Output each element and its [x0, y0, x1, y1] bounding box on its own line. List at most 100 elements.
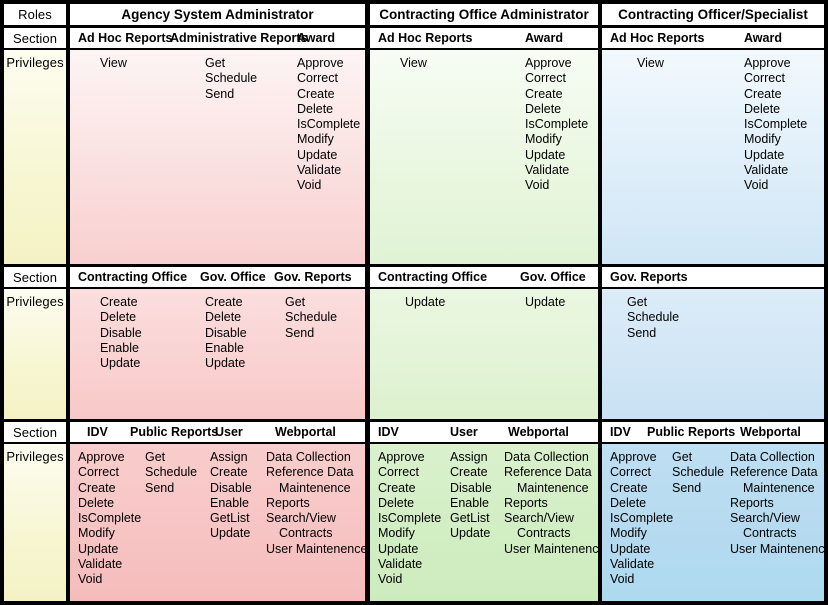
privilege-item: Data Collection [504, 450, 589, 464]
section-label-award: Award [744, 31, 782, 45]
privilege-item: Reference Data [266, 465, 354, 480]
privilege-item: Enable [210, 495, 249, 510]
privilege-item: Schedule [672, 465, 725, 480]
row-label-privileges-2-text: Privileges [6, 294, 64, 309]
section-label-gov-reports: Gov. Reports [610, 270, 688, 284]
section-label-webportal: Webportal [508, 425, 569, 439]
privilege-item: IsComplete [297, 117, 361, 132]
section-label-user: User [450, 425, 478, 439]
privilege-item: Send [672, 480, 702, 495]
privilege-item: Validate [525, 163, 570, 178]
privilege-column-administrative-reports: Get Schedule Send [205, 56, 257, 102]
privilege-item: Get [672, 450, 693, 464]
section-label-contracting-office: Contracting Office [78, 270, 188, 284]
privilege-column-webportal: Data Collection Reference Data Maintenen… [266, 450, 365, 557]
privilege-item: Create [100, 295, 138, 309]
row-label-section-3: Section [4, 422, 66, 442]
privilege-item: Schedule [627, 310, 680, 325]
privilege-item: IsComplete [525, 117, 589, 132]
privilege-item: Modify [744, 132, 781, 147]
section-label-idv: IDV [378, 425, 399, 439]
role-header-agency-system-administrator: Agency System Administrator [70, 4, 365, 25]
privilege-item: Get [145, 450, 166, 464]
privilege-item: Search/View [266, 511, 336, 526]
privilege-item: Update [525, 147, 566, 162]
privilege-item: Delete [744, 101, 781, 116]
privilege-item: Assign [450, 450, 488, 464]
privileges-body-row1-cos: View Approve Correct Create Delete IsCom… [602, 50, 824, 264]
privileges-body-row2-cos: Get Schedule Send [602, 289, 824, 419]
privilege-item: Update [210, 526, 251, 541]
privilege-item: Delete [100, 310, 137, 325]
row-label-privileges-1-text: Privileges [6, 55, 64, 70]
privilege-item: IsComplete [378, 511, 442, 526]
privilege-item: Maintenence [279, 480, 351, 495]
privilege-item: IsComplete [610, 511, 674, 526]
role-header-text: Contracting Officer/Specialist [618, 7, 808, 22]
privilege-item: Send [285, 325, 315, 340]
privilege-item: Delete [78, 495, 115, 510]
row-label-privileges-2: Privileges [4, 289, 66, 419]
row-label-section-1: Section [4, 28, 66, 48]
privilege-column-idv: Approve Correct Create Delete IsComplete… [610, 450, 673, 588]
privilege-item: Create [378, 480, 416, 495]
section-header-row2-agency: Contracting Office Gov. Office Gov. Repo… [70, 267, 365, 287]
privilege-item: IsComplete [78, 511, 142, 526]
privilege-item: Search/View [504, 511, 574, 526]
privileges-body-row3-agency: Approve Correct Create Delete IsComplete… [70, 444, 365, 601]
privilege-item: Create [210, 465, 248, 480]
privilege-item: GetList [210, 511, 250, 526]
privilege-item: Create [78, 480, 116, 495]
privilege-column-ad-hoc-reports: View [100, 56, 127, 71]
section-header-row3-agency: IDV Public Reports User Webportal [70, 422, 365, 442]
privilege-item: Get [205, 56, 226, 70]
privilege-item: User Maintenence [504, 541, 598, 556]
role-header-text: Agency System Administrator [121, 7, 314, 22]
privilege-item: Delete [297, 101, 334, 116]
privilege-item: Validate [610, 557, 655, 572]
privilege-column-gov-reports: Get Schedule Send [627, 295, 679, 341]
privilege-item: Correct [78, 465, 119, 480]
section-label-idv: IDV [610, 425, 631, 439]
section-label-public-reports: Public Reports [647, 425, 736, 439]
privilege-item: Correct [744, 71, 785, 86]
privilege-item: Schedule [285, 310, 338, 325]
privilege-item: View [637, 56, 664, 70]
privilege-item: Create [297, 86, 335, 101]
privilege-item: Delete [205, 310, 242, 325]
privileges-matrix: Roles Section Privileges Section Privile… [0, 0, 828, 605]
privilege-column-ad-hoc-reports: View [400, 56, 427, 71]
privilege-item: Update [78, 541, 119, 556]
section-header-row1-agency: Ad Hoc Reports Administrative Reports Aw… [70, 28, 365, 48]
privilege-item: Create [205, 295, 243, 309]
privilege-item: Validate [297, 163, 342, 178]
privilege-item: Disable [205, 325, 247, 340]
privilege-item: Reports [266, 495, 310, 510]
privilege-column-contracting-office: Update [405, 295, 445, 310]
row-label-privileges-1: Privileges [4, 50, 66, 264]
role-header-text: Contracting Office Administrator [379, 7, 589, 22]
privilege-column-ad-hoc-reports: View [637, 56, 664, 71]
privilege-column-award: Approve Correct Create Delete IsComplete… [744, 56, 807, 194]
role-header-contracting-officer-specialist: Contracting Officer/Specialist [602, 4, 824, 25]
privilege-column-contracting-office: Create Delete Disable Enable Update [100, 295, 142, 371]
privilege-item: Update [378, 541, 419, 556]
privilege-item: Validate [378, 557, 423, 572]
privilege-column-gov-office: Update [525, 295, 565, 310]
section-label-gov-office: Gov. Office [200, 270, 266, 284]
privilege-item: Approve [525, 56, 572, 70]
privilege-item: Schedule [205, 71, 258, 86]
row-label-privileges-3-text: Privileges [6, 449, 64, 464]
privilege-item: Correct [378, 465, 419, 480]
row-label-privileges-3: Privileges [4, 444, 66, 601]
privilege-item: View [100, 56, 127, 70]
privilege-item: Void [378, 572, 403, 587]
privilege-item: Maintenence [743, 480, 815, 495]
privileges-body-row3-coa: Approve Correct Create Delete IsComplete… [370, 444, 598, 601]
privilege-item: Modify [78, 526, 115, 541]
privilege-item: Delete [378, 495, 415, 510]
privilege-item: Delete [610, 495, 647, 510]
privilege-item: Approve [610, 450, 657, 464]
privilege-item: Update [525, 295, 566, 309]
privilege-item: Approve [297, 56, 344, 70]
